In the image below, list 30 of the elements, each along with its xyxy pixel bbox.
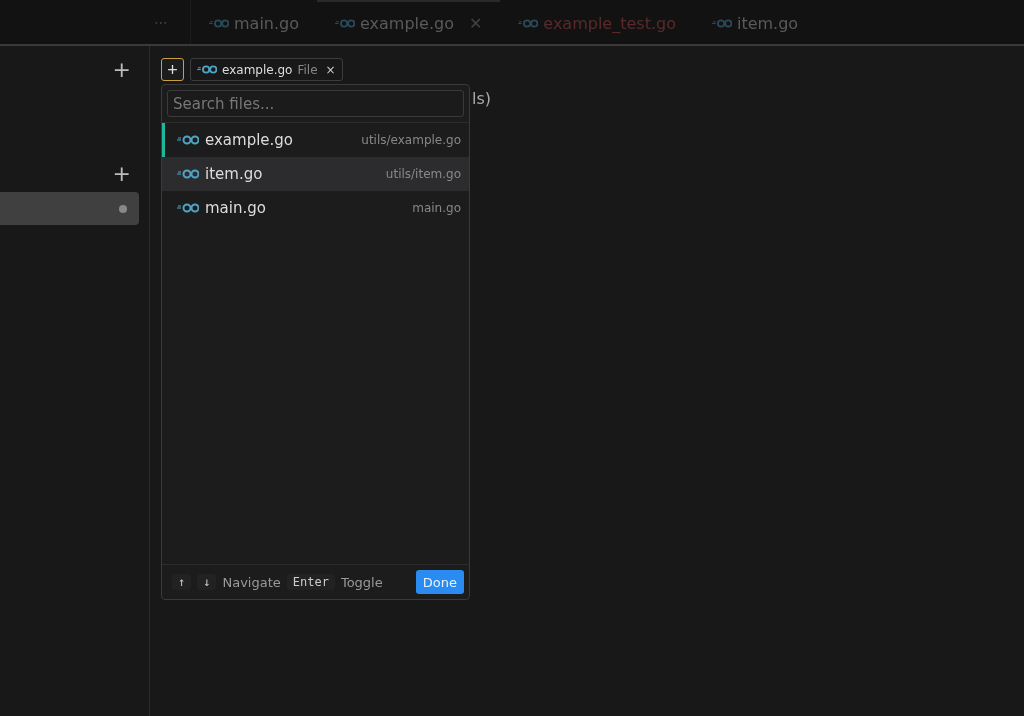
go-file-icon — [518, 18, 539, 28]
key-hint: Enter — [286, 574, 335, 590]
go-file-icon — [335, 18, 355, 28]
file-path: utils/example.go — [361, 133, 461, 147]
file-path: main.go — [412, 201, 461, 215]
go-file-icon — [711, 18, 732, 28]
add-button[interactable]: + — [112, 59, 131, 81]
go-file-icon — [209, 18, 229, 28]
sidebar-item[interactable] — [0, 192, 139, 225]
go-file-icon — [197, 65, 217, 74]
key-hint: ↓ — [197, 574, 217, 590]
file-name: main.go — [205, 199, 267, 217]
hint-label: Toggle — [340, 574, 383, 590]
file-name: example.go — [205, 131, 295, 149]
file-list-item[interactable]: item.go utils/item.go — [162, 157, 469, 191]
search-field[interactable]: Search files... — [167, 90, 464, 117]
chip-type: File — [297, 62, 318, 77]
key-hint: ↑ — [172, 574, 192, 590]
add-button[interactable]: + — [112, 163, 131, 185]
add-context-button[interactable]: + — [161, 58, 184, 81]
hint-label: Navigate — [222, 574, 281, 590]
remove-button[interactable]: × — [325, 62, 336, 77]
go-file-icon — [177, 135, 199, 145]
partial-text: ls) — [472, 89, 492, 108]
chip-label: example.go — [222, 62, 293, 77]
file-list-item[interactable]: main.go main.go — [162, 191, 469, 225]
file-path: utils/item.go — [385, 167, 461, 181]
go-file-icon — [177, 169, 199, 179]
file-name: item.go — [205, 165, 264, 183]
go-file-icon — [177, 203, 199, 213]
